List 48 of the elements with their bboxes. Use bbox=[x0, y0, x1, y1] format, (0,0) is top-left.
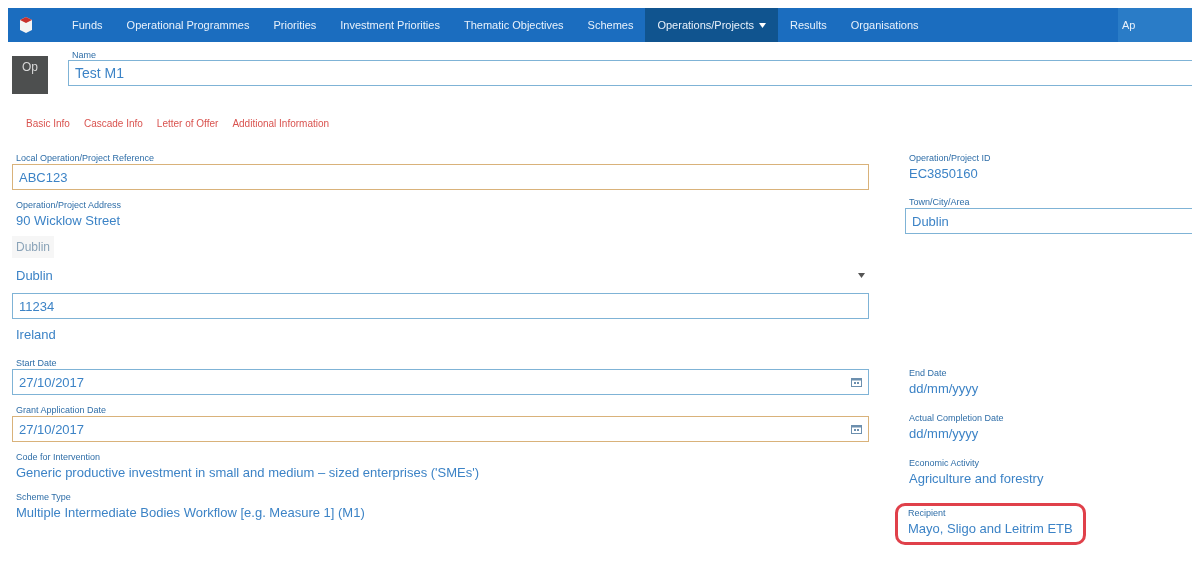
record-avatar: Op bbox=[12, 56, 48, 94]
field-label: Operation/Project Address bbox=[16, 200, 123, 210]
nav-item[interactable]: Ap bbox=[1122, 19, 1136, 31]
nav-item[interactable]: Investment Priorities bbox=[328, 8, 452, 42]
tab[interactable]: Basic Info bbox=[26, 118, 70, 131]
logo-icon[interactable] bbox=[18, 16, 34, 34]
nav-item[interactable]: Organisations bbox=[838, 8, 931, 42]
date-placeholder[interactable]: dd/mm/yyyy bbox=[905, 424, 1192, 443]
nav-item[interactable]: Operations/Projects bbox=[645, 8, 779, 42]
nav-item[interactable]: Operational Programmes bbox=[114, 8, 262, 42]
calendar-icon[interactable] bbox=[851, 424, 862, 434]
caret-icon bbox=[759, 22, 767, 28]
tab[interactable]: Additional Information bbox=[232, 118, 330, 131]
nav-item[interactable]: Schemes bbox=[575, 8, 646, 42]
field-label: Actual Completion Date bbox=[909, 413, 1005, 423]
field-label: Town/City/Area bbox=[909, 197, 971, 207]
field-label: End Date bbox=[909, 368, 948, 378]
nav-item[interactable]: Thematic Objectives bbox=[451, 8, 576, 42]
date-field[interactable]: 27/10/2017 bbox=[12, 416, 869, 442]
field-label: Code for Intervention bbox=[16, 452, 102, 462]
field-value: Generic productive investment in small and medium – sized enterprises ('SMEs') bbox=[15, 464, 481, 482]
text-field[interactable]: ABC123 bbox=[12, 164, 869, 190]
address-line: 90 Wicklow Street bbox=[15, 212, 122, 230]
field-value: Multiple Intermediate Bodies Workflow [e.g. Measure 1] (M1) bbox=[15, 504, 366, 522]
calendar-icon[interactable] bbox=[851, 377, 862, 387]
tab[interactable]: Letter of Offer bbox=[156, 118, 219, 131]
field-label: Operation/Project ID bbox=[909, 153, 992, 163]
field-label: Local Operation/Project Reference bbox=[16, 153, 156, 163]
field-label: Economic Activity bbox=[909, 458, 981, 468]
field-value: Agriculture and forestry bbox=[908, 470, 1045, 488]
county-select[interactable]: Dublin bbox=[12, 264, 869, 287]
nav-item[interactable]: Results bbox=[778, 8, 839, 42]
field-label: Start Date bbox=[16, 358, 58, 368]
field-label: Grant Application Date bbox=[16, 405, 108, 415]
caret-icon bbox=[858, 273, 865, 278]
nav-item[interactable]: Funds bbox=[60, 8, 115, 42]
nav-item[interactable]: Priorities bbox=[261, 8, 329, 42]
highlight-outline: Recipient Mayo, Sligo and Leitrim ETB bbox=[895, 503, 1086, 545]
date-field[interactable]: 27/10/2017 bbox=[12, 369, 869, 395]
text-field[interactable]: Dublin bbox=[905, 208, 1192, 234]
tab[interactable]: Cascade Info bbox=[83, 118, 143, 131]
field-value: EC3850160 bbox=[908, 165, 979, 183]
field-label: Name bbox=[72, 50, 97, 60]
field-label: Scheme Type bbox=[16, 492, 72, 502]
address-line: Ireland bbox=[15, 326, 57, 344]
date-placeholder[interactable]: dd/mm/yyyy bbox=[905, 379, 1192, 398]
postcode-field[interactable]: 11234 bbox=[12, 293, 869, 319]
name-field[interactable]: Test M1 bbox=[68, 60, 1192, 86]
